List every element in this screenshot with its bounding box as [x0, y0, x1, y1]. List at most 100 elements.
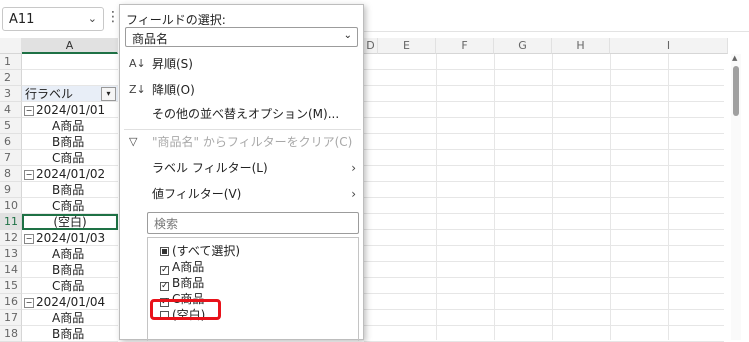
- column-header-i[interactable]: I: [610, 38, 728, 54]
- cell-text: 2024/01/01: [36, 103, 106, 117]
- row-header[interactable]: 4: [0, 102, 22, 118]
- select-all-corner[interactable]: [0, 38, 22, 54]
- pivot-item-row[interactable]: B商品: [22, 182, 118, 198]
- pivot-item-row[interactable]: C商品: [22, 278, 118, 294]
- pivot-item-row[interactable]: A商品: [22, 310, 118, 326]
- chevron-right-icon: ›: [351, 187, 356, 201]
- row-header[interactable]: 7: [0, 150, 22, 166]
- row-header[interactable]: 11: [0, 214, 22, 230]
- pivot-row-labels-header[interactable]: 行ラベル ▾: [22, 86, 118, 102]
- more-options-icon[interactable]: ⋮: [106, 9, 120, 25]
- empty-cell[interactable]: [22, 54, 118, 70]
- more-sort-options-item[interactable]: その他の並べ替えオプション(M)...: [120, 103, 363, 125]
- clear-filter-icon: ▽: [129, 135, 138, 148]
- row-header[interactable]: 2: [0, 70, 22, 86]
- column-header-e[interactable]: E: [378, 38, 436, 54]
- chevron-down-icon[interactable]: ⌄: [88, 12, 97, 25]
- collapse-icon[interactable]: −: [24, 233, 34, 244]
- gridline: [364, 165, 724, 166]
- pivot-item-row[interactable]: C商品: [22, 198, 118, 214]
- label-filter-label: ラベル フィルター(L): [152, 161, 268, 175]
- sort-ascending-label: 昇順(S): [152, 57, 193, 71]
- row-header[interactable]: 14: [0, 262, 22, 278]
- gridline: [364, 197, 724, 198]
- checkbox-b[interactable]: ✓: [160, 282, 169, 291]
- sort-descending-item[interactable]: Z↓ 降順(O): [120, 79, 363, 101]
- scroll-up-icon[interactable]: ▲: [732, 54, 737, 62]
- gridline: [364, 181, 724, 182]
- cell-text: 2024/01/02: [36, 167, 106, 181]
- clear-filter-label: "商品名" からフィルターをクリア(C): [152, 135, 353, 149]
- formula-bar[interactable]: [364, 7, 749, 32]
- cell-text: 2024/01/03: [36, 231, 106, 245]
- pivot-group-row[interactable]: −2024/01/01: [22, 102, 118, 118]
- filter-dropdown-icon[interactable]: ▾: [101, 87, 116, 101]
- row-header[interactable]: 10: [0, 198, 22, 214]
- list-item-label: A商品: [172, 260, 205, 274]
- chevron-down-icon: ⌄: [343, 30, 352, 41]
- scroll-thumb[interactable]: [733, 66, 739, 116]
- row-header[interactable]: 16: [0, 294, 22, 310]
- field-select-title: フィールドの選択:: [126, 13, 226, 27]
- column-header-f[interactable]: F: [436, 38, 494, 54]
- gridline: [364, 229, 724, 230]
- gridline: [364, 117, 724, 118]
- row-header[interactable]: 6: [0, 134, 22, 150]
- list-item-a[interactable]: ✓ A商品: [160, 259, 204, 275]
- gridline: [364, 245, 724, 246]
- pivot-item-row[interactable]: A商品: [22, 118, 118, 134]
- sort-ascending-item[interactable]: A↓ 昇順(S): [120, 53, 363, 75]
- filter-dropdown-panel: フィールドの選択: 商品名 ⌄ A↓ 昇順(S) Z↓ 降順(O) その他の並べ…: [119, 4, 364, 341]
- list-item-label: (すべて選択): [172, 244, 241, 258]
- collapse-icon[interactable]: −: [24, 169, 34, 180]
- column-header-h[interactable]: H: [552, 38, 610, 54]
- pivot-group-row[interactable]: −2024/01/04: [22, 294, 118, 310]
- gridline: [364, 277, 724, 278]
- row-header[interactable]: 17: [0, 310, 22, 326]
- column-header-g[interactable]: G: [494, 38, 552, 54]
- list-item-label: B商品: [172, 276, 205, 290]
- list-item-b[interactable]: ✓ B商品: [160, 275, 204, 291]
- cell-text: 行ラベル: [25, 87, 74, 101]
- search-input[interactable]: [152, 214, 356, 234]
- gridline: [364, 69, 724, 70]
- gridline: [364, 213, 724, 214]
- empty-cell[interactable]: [22, 70, 118, 86]
- name-box[interactable]: A11 ⌄: [2, 7, 104, 31]
- sort-za-icon: Z↓: [129, 83, 146, 96]
- chevron-right-icon: ›: [351, 161, 356, 175]
- value-filter-item[interactable]: 値フィルター(V) ›: [120, 183, 363, 205]
- row-header[interactable]: 12: [0, 230, 22, 246]
- list-item-select-all[interactable]: (すべて選択): [160, 243, 240, 259]
- pivot-item-row[interactable]: B商品: [22, 262, 118, 278]
- label-filter-item[interactable]: ラベル フィルター(L) ›: [120, 157, 363, 179]
- filter-items-list[interactable]: (すべて選択) ✓ A商品 ✓ B商品 ✓ C商品 (空白): [147, 237, 359, 341]
- row-header[interactable]: 8: [0, 166, 22, 182]
- collapse-icon[interactable]: −: [24, 297, 34, 308]
- pivot-item-row[interactable]: C商品: [22, 150, 118, 166]
- pivot-item-row[interactable]: B商品: [22, 134, 118, 150]
- gridline: [364, 133, 724, 134]
- checkbox-a[interactable]: ✓: [160, 266, 169, 275]
- column-header-d[interactable]: D: [364, 38, 378, 54]
- row-header[interactable]: 9: [0, 182, 22, 198]
- field-select-dropdown[interactable]: 商品名 ⌄: [125, 27, 358, 47]
- pivot-item-row[interactable]: A商品: [22, 246, 118, 262]
- value-filter-label: 値フィルター(V): [152, 187, 242, 201]
- search-box[interactable]: [147, 212, 359, 234]
- blank-item-highlight: [150, 299, 221, 320]
- active-cell[interactable]: (空白): [22, 214, 118, 230]
- sort-descending-label: 降順(O): [152, 83, 195, 97]
- collapse-icon[interactable]: −: [24, 105, 34, 116]
- row-header[interactable]: 5: [0, 118, 22, 134]
- pivot-group-row[interactable]: −2024/01/03: [22, 230, 118, 246]
- row-header[interactable]: 15: [0, 278, 22, 294]
- worksheet-grid[interactable]: A D E F G H I 1 2 3 行ラベル ▾ 4−2024/01/01 5 A商品 6 B…: [0, 38, 749, 342]
- vertical-scrollbar[interactable]: ▲: [731, 54, 741, 340]
- row-header[interactable]: 13: [0, 246, 22, 262]
- row-header[interactable]: 3: [0, 86, 22, 102]
- pivot-group-row[interactable]: −2024/01/02: [22, 166, 118, 182]
- column-header-a[interactable]: A: [22, 38, 118, 54]
- checkbox-select-all[interactable]: [160, 247, 169, 256]
- row-header[interactable]: 1: [0, 54, 22, 70]
